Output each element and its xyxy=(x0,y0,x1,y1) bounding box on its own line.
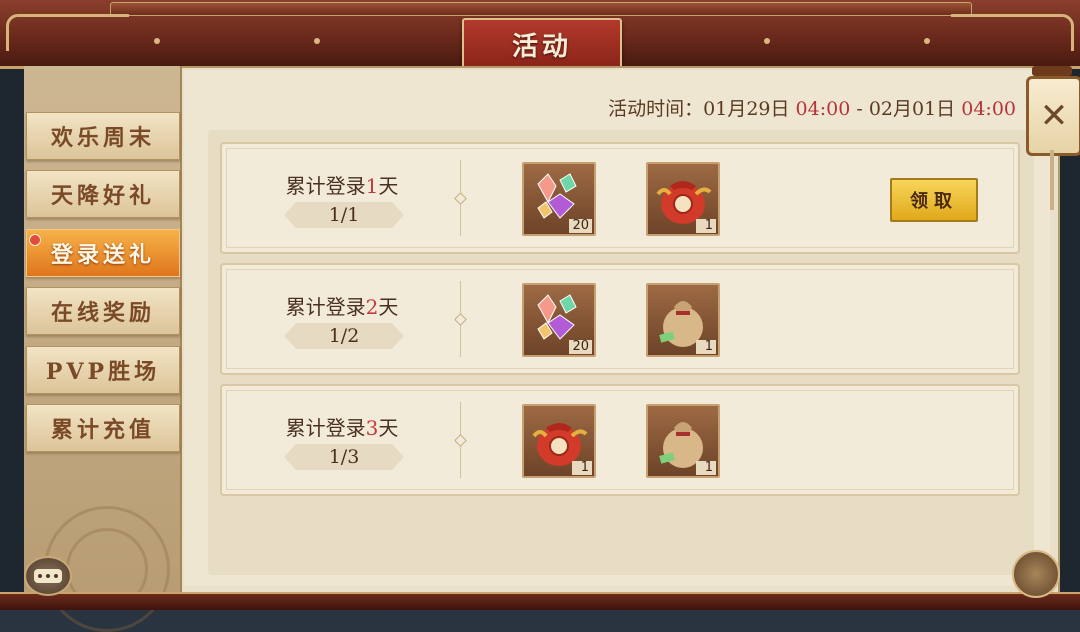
title-plaque: 活动 xyxy=(462,18,622,70)
tab-heaven-gift[interactable]: 天降好礼 xyxy=(26,170,180,218)
reward-item[interactable]: 1 xyxy=(522,404,596,478)
close-icon: ✕ xyxy=(1039,96,1069,136)
reward-row: 累计登录1天 1/1 20 1 领取 xyxy=(220,142,1020,254)
close-button[interactable]: ✕ xyxy=(1026,76,1080,156)
tab-cumulative-recharge[interactable]: 累计充值 xyxy=(26,404,180,452)
row-title-suffix: 天 xyxy=(378,416,399,440)
row-progress: 1/1 xyxy=(284,202,404,228)
reward-row: 累计登录3天 1/3 1 1 xyxy=(220,384,1020,496)
row-title-prefix: 累计登录 xyxy=(285,295,366,319)
notification-dot xyxy=(29,234,41,246)
item-count: 20 xyxy=(569,340,592,354)
divider-diamond xyxy=(454,313,467,326)
tab-pvp-wins[interactable]: PVP胜场 xyxy=(26,346,180,394)
row-title: 累计登录1天 xyxy=(262,170,422,199)
time-separator: - xyxy=(856,98,863,120)
item-count: 1 xyxy=(696,219,716,233)
row-day-count: 1 xyxy=(365,174,379,198)
claim-button[interactable]: 领取 xyxy=(890,178,978,222)
row-title-prefix: 累计登录 xyxy=(285,416,366,440)
tab-label: 累计充值 xyxy=(50,417,155,443)
reward-item[interactable]: 1 xyxy=(646,162,720,236)
row-title-suffix: 天 xyxy=(378,295,399,319)
item-count: 20 xyxy=(569,219,592,233)
activity-time: 活动时间：01月29日 04:00 - 02月01日 04:00 xyxy=(608,94,1016,121)
row-title: 累计登录2天 xyxy=(262,291,422,320)
item-count: 1 xyxy=(696,340,716,354)
start-date: 01月29日 xyxy=(703,98,790,120)
row-day-count: 2 xyxy=(365,295,379,319)
item-count: 1 xyxy=(572,461,592,475)
tab-label: 在线奖励 xyxy=(50,300,155,326)
row-day-count: 3 xyxy=(365,416,379,440)
chat-icon xyxy=(34,569,62,583)
banner-stud xyxy=(314,38,320,44)
reward-item[interactable]: 20 xyxy=(522,283,596,357)
tab-online-reward[interactable]: 在线奖励 xyxy=(26,287,180,335)
page-title: 活动 xyxy=(511,31,572,62)
start-time: 04:00 xyxy=(795,98,851,120)
tab-happy-weekend[interactable]: 欢乐周末 xyxy=(26,112,180,160)
lantern-tassel xyxy=(1050,150,1054,210)
row-title: 累计登录3天 xyxy=(262,412,422,441)
top-rail xyxy=(110,2,972,16)
corner-ornament-left xyxy=(6,14,129,51)
lantern-cap xyxy=(1032,66,1072,76)
banner-stud xyxy=(154,38,160,44)
tab-label: 天降好礼 xyxy=(50,183,155,209)
reward-row: 累计登录2天 1/2 20 1 xyxy=(220,263,1020,375)
tab-login-gift[interactable]: 登录送礼 xyxy=(26,229,180,277)
menu-emblem-button[interactable] xyxy=(1012,550,1060,598)
divider-diamond xyxy=(454,192,467,205)
divider-diamond xyxy=(454,434,467,447)
reward-item[interactable]: 20 xyxy=(522,162,596,236)
row-title-suffix: 天 xyxy=(378,174,399,198)
reward-item[interactable]: 1 xyxy=(646,404,720,478)
item-count: 1 xyxy=(696,461,716,475)
row-progress: 1/2 xyxy=(284,323,404,349)
end-time: 04:00 xyxy=(961,98,1016,120)
activity-time-label: 活动时间： xyxy=(608,98,704,120)
bottom-frame xyxy=(0,592,1080,610)
banner-stud xyxy=(764,38,770,44)
row-title-prefix: 累计登录 xyxy=(285,174,366,198)
corner-ornament-right xyxy=(951,14,1074,51)
reward-item[interactable]: 1 xyxy=(646,283,720,357)
chat-button[interactable] xyxy=(24,556,72,596)
end-date: 02月01日 xyxy=(868,98,956,120)
row-progress: 1/3 xyxy=(284,444,404,470)
tab-label: PVP胜场 xyxy=(45,359,161,385)
tab-label: 登录送礼 xyxy=(50,242,155,268)
tab-label: 欢乐周末 xyxy=(50,125,155,151)
banner-stud xyxy=(924,38,930,44)
